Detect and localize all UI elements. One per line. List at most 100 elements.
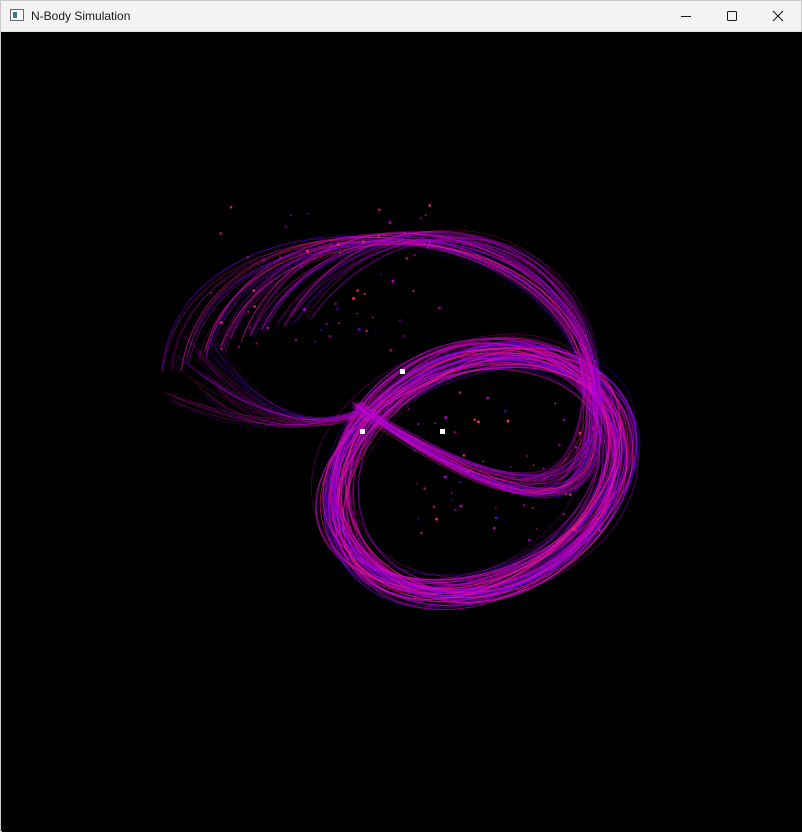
body-1 (400, 369, 405, 374)
trail-particle (389, 348, 393, 352)
trail-particle (454, 509, 457, 512)
trail-particle (388, 221, 392, 225)
trail-particle (374, 329, 377, 332)
trail-particle (558, 443, 561, 447)
trail-particle (528, 538, 531, 542)
trail-particle (450, 498, 453, 501)
trail-particle (506, 419, 510, 423)
trail-particle (402, 334, 405, 338)
body-2 (360, 429, 365, 434)
trail-particle (435, 517, 438, 521)
application-window: N-Body Simulation (0, 0, 802, 832)
trail-particle (437, 306, 442, 310)
trail-particle (325, 322, 328, 325)
trail-particle (590, 513, 593, 516)
trail-particle (486, 396, 490, 400)
maximize-icon (727, 11, 737, 21)
trail-particle (600, 498, 603, 501)
trail-particle (423, 487, 427, 491)
trail-particle (494, 516, 498, 520)
trail-particle (299, 265, 302, 268)
trail-particle (428, 241, 432, 245)
trail-particle (562, 513, 565, 516)
trail-particle (413, 253, 416, 257)
trail-particle (248, 326, 252, 329)
close-button[interactable] (755, 1, 801, 31)
minimize-icon (681, 16, 691, 17)
trail-particle (305, 249, 309, 253)
trail-particle (356, 289, 359, 292)
window-title: N-Body Simulation (31, 9, 131, 23)
trail-particle (278, 256, 282, 259)
trail-particle (428, 203, 432, 207)
trail-particle (473, 418, 476, 421)
trail-particle (330, 244, 333, 246)
trail-particle (365, 329, 368, 333)
trail-particle (579, 524, 582, 527)
orbit-trail (212, 345, 362, 420)
orbit-trail (213, 344, 356, 420)
trail-particle (495, 507, 497, 510)
trail-particle (469, 468, 472, 471)
trail-particle (595, 524, 599, 527)
trail-particle (424, 213, 427, 216)
trail-particle (554, 402, 557, 405)
trail-particle (334, 302, 337, 305)
body-3 (440, 429, 445, 434)
trail-particle (336, 243, 340, 247)
trail-particle (564, 492, 567, 496)
trail-particle (413, 449, 416, 452)
trail-particle (380, 273, 382, 276)
trail-particle (531, 506, 534, 509)
trail-particle (294, 338, 298, 342)
title-bar[interactable]: N-Body Simulation (1, 1, 801, 32)
close-icon (772, 10, 784, 22)
trail-particle (444, 416, 448, 420)
trail-particle (417, 517, 420, 520)
trail-particle (391, 279, 395, 283)
trail-particle (209, 292, 213, 295)
trail-particle (246, 255, 250, 259)
trail-particle (247, 310, 250, 313)
trail-particle (465, 470, 469, 474)
trail-particle (574, 446, 578, 449)
trail-particle (459, 504, 463, 508)
trail-particle (266, 326, 269, 330)
trail-particle (443, 475, 447, 479)
trail-particle (352, 296, 356, 300)
trail-particle (504, 410, 507, 413)
trail-particle (458, 480, 462, 484)
trail-particle (284, 225, 287, 228)
trail-particle (255, 342, 258, 345)
trail-particle (302, 307, 307, 312)
trail-particle (419, 217, 422, 220)
trail-particle (522, 503, 526, 507)
trail-particle (492, 526, 496, 530)
trail-particle (417, 422, 420, 426)
trail-particle (307, 212, 310, 215)
trail-particle (219, 231, 223, 236)
maximize-button[interactable] (709, 1, 755, 31)
trail-particle (319, 329, 322, 331)
trail-particle (453, 431, 456, 434)
trail-particle (572, 527, 576, 531)
minimize-button[interactable] (663, 1, 709, 31)
trail-particle (415, 482, 419, 485)
trail-particle (532, 464, 535, 467)
trail-particle (399, 319, 402, 322)
trail-particle (568, 493, 572, 496)
trail-particle (339, 251, 342, 254)
trail-particle (290, 214, 293, 217)
simulation-canvas[interactable] (2, 32, 802, 832)
trail-particle (562, 418, 566, 422)
orbit-trail (220, 339, 359, 422)
trail-particle (377, 234, 380, 238)
trail-particle (564, 458, 567, 460)
trail-particle (408, 232, 412, 235)
trail-particle (434, 422, 437, 425)
trail-particle (253, 305, 256, 308)
trail-particle (477, 420, 480, 424)
trail-particle (412, 289, 415, 293)
trail-particle (377, 208, 381, 212)
trail-particle (404, 231, 406, 234)
